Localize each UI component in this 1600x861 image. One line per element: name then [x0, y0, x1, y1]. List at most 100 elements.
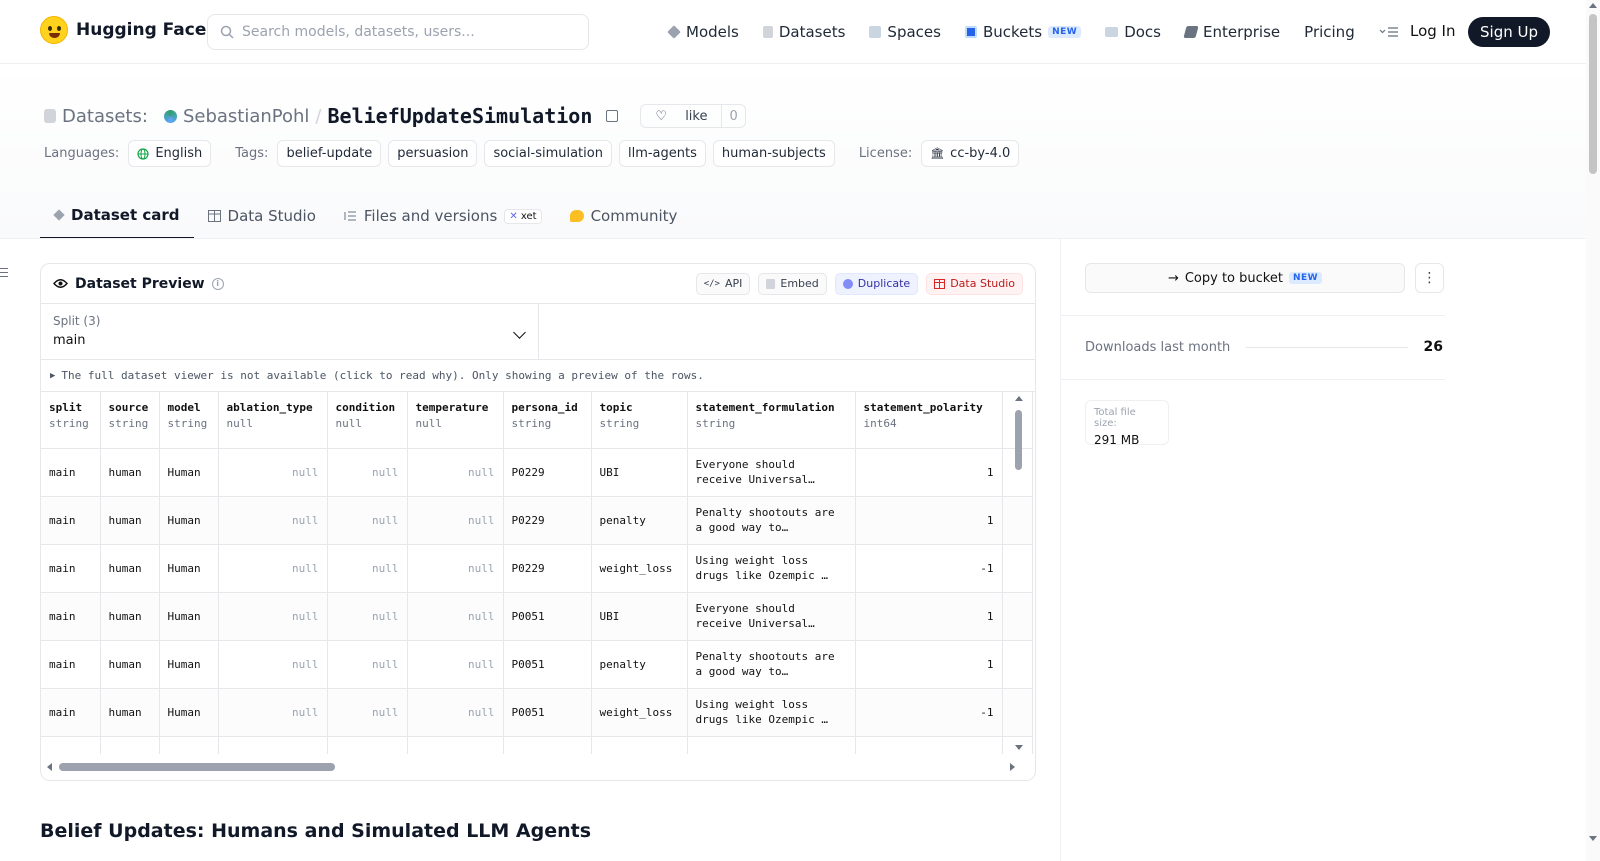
table-cell[interactable]: null: [218, 448, 328, 497]
table-cell[interactable]: Penalty shootouts are a good way to…: [687, 640, 856, 689]
table-cell[interactable]: main: [41, 544, 101, 593]
table-cell[interactable]: null: [407, 688, 504, 737]
owner-link[interactable]: SebastianPohl: [183, 106, 309, 127]
copy-to-bucket-button[interactable]: → Copy to bucket NEW: [1085, 263, 1405, 293]
table-cell[interactable]: penalty: [591, 496, 688, 545]
like-button[interactable]: ♡ like 0: [640, 104, 746, 128]
table-cell[interactable]: null: [407, 592, 504, 641]
table-cell[interactable]: main: [41, 688, 101, 737]
column-header-statement-formulation[interactable]: statement_formulation string: [687, 392, 856, 449]
sidebar-toggle-icon[interactable]: [0, 268, 8, 277]
data-studio-button[interactable]: Data Studio: [926, 272, 1023, 295]
more-options-button[interactable]: ⋮: [1415, 263, 1444, 293]
table-cell[interactable]: P0229: [503, 544, 592, 593]
table-cell[interactable]: null: [218, 544, 328, 593]
table-row[interactable]: main human Human null null null P0229 UBI Everyo…: [41, 448, 1033, 497]
scroll-down-icon[interactable]: [1015, 745, 1023, 750]
table-cell[interactable]: human: [100, 496, 160, 545]
table-cell[interactable]: Everyone should receive Universal…: [687, 448, 856, 497]
table-cell[interactable]: main: [41, 448, 101, 497]
table-cell[interactable]: main: [41, 640, 101, 689]
page-scroll-down-icon[interactable]: [1589, 836, 1597, 841]
page-scroll-thumb[interactable]: [1589, 14, 1597, 174]
column-header-condition[interactable]: condition null: [327, 392, 408, 449]
nav-datasets[interactable]: Datasets: [762, 23, 845, 41]
table-row[interactable]: main human Human null null null P0051 UBI Everyo…: [41, 592, 1033, 641]
table-cell[interactable]: human: [100, 688, 160, 737]
column-header-ablation-type[interactable]: ablation_type null: [218, 392, 328, 449]
table-cell[interactable]: P0051: [503, 592, 592, 641]
search-box[interactable]: [207, 14, 589, 50]
table-row[interactable]: main human Human null null null P0051 penalty Pe…: [41, 640, 1033, 689]
table-cell[interactable]: Human: [159, 544, 219, 593]
horizontal-scrollbar[interactable]: [41, 754, 1035, 780]
scroll-up-icon[interactable]: [1015, 396, 1023, 401]
signup-button[interactable]: Sign Up: [1468, 17, 1550, 47]
tab-files-and-versions[interactable]: Files and versions ✕ xet: [330, 193, 556, 239]
column-header-temperature[interactable]: temperature null: [407, 392, 504, 449]
home-logo-link[interactable]: Hugging Face: [40, 16, 206, 44]
embed-button[interactable]: Embed: [758, 272, 827, 295]
table-cell[interactable]: null: [327, 544, 408, 593]
table-cell[interactable]: null: [327, 496, 408, 545]
table-cell[interactable]: 1: [855, 496, 1003, 545]
table-cell[interactable]: human: [100, 640, 160, 689]
table-cell[interactable]: null: [407, 448, 504, 497]
table-cell[interactable]: UBI: [591, 592, 688, 641]
page-scroll-up-icon[interactable]: [1589, 3, 1597, 8]
table-cell[interactable]: 1: [855, 592, 1003, 641]
table-cell[interactable]: null: [327, 592, 408, 641]
table-cell[interactable]: null: [218, 496, 328, 545]
table-cell[interactable]: null: [407, 544, 504, 593]
nav-pricing[interactable]: Pricing: [1304, 23, 1355, 41]
scroll-right-icon[interactable]: [1010, 763, 1015, 771]
table-cell[interactable]: Human: [159, 640, 219, 689]
split-select[interactable]: Split (3) main: [41, 304, 539, 359]
nav-docs[interactable]: Docs: [1105, 23, 1161, 41]
table-cell[interactable]: Human: [159, 688, 219, 737]
table-row[interactable]: main human Human null null null P0229 weight_lo…: [41, 544, 1033, 593]
column-header-model[interactable]: model string: [159, 392, 219, 449]
table-cell[interactable]: null: [327, 640, 408, 689]
table-cell[interactable]: null: [218, 592, 328, 641]
table-cell[interactable]: null: [218, 640, 328, 689]
nav-buckets[interactable]: Buckets NEW: [964, 23, 1082, 41]
tag-human-subjects[interactable]: human-subjects: [712, 140, 835, 167]
table-cell[interactable]: human: [100, 592, 160, 641]
column-header-statement-polarity[interactable]: statement_polarity int64: [855, 392, 1003, 449]
column-header-topic[interactable]: topic string: [591, 392, 688, 449]
table-cell[interactable]: main: [41, 496, 101, 545]
login-link[interactable]: Log In: [1410, 22, 1456, 40]
table-cell[interactable]: human: [100, 448, 160, 497]
tag-llm-agents[interactable]: llm-agents: [618, 140, 706, 167]
table-cell[interactable]: weight_loss: [591, 688, 688, 737]
tab-data-studio[interactable]: Data Studio: [194, 193, 330, 239]
vertical-scrollbar[interactable]: [1011, 392, 1027, 750]
table-cell[interactable]: null: [327, 448, 408, 497]
table-cell[interactable]: P0051: [503, 640, 592, 689]
api-button[interactable]: </> API: [695, 272, 751, 295]
table-cell[interactable]: -1: [855, 544, 1003, 593]
table-row[interactable]: main human Human null null null P0229 penalty Pe…: [41, 496, 1033, 545]
nav-more-menu[interactable]: [1379, 26, 1399, 38]
nav-models[interactable]: Models: [667, 23, 739, 41]
table-cell[interactable]: human: [100, 544, 160, 593]
info-icon[interactable]: i: [211, 277, 224, 290]
column-header-split[interactable]: split string: [41, 392, 101, 449]
table-cell[interactable]: P0051: [503, 688, 592, 737]
tab-community[interactable]: Community: [556, 193, 692, 239]
table-cell[interactable]: -1: [855, 688, 1003, 737]
table-cell[interactable]: Penalty shootouts are a good way to…: [687, 496, 856, 545]
table-cell[interactable]: P0229: [503, 496, 592, 545]
license-tag[interactable]: 🏛 cc-by-4.0: [921, 140, 1020, 167]
tag-social-simulation[interactable]: social-simulation: [484, 140, 612, 167]
copy-icon[interactable]: [606, 110, 619, 122]
table-cell[interactable]: null: [407, 496, 504, 545]
horizontal-scroll-thumb[interactable]: [59, 763, 335, 771]
table-cell[interactable]: Human: [159, 496, 219, 545]
table-cell[interactable]: null: [327, 688, 408, 737]
tag-belief-update[interactable]: belief-update: [277, 140, 382, 167]
viewer-notice[interactable]: ▶ The full dataset viewer is not availab…: [41, 360, 1035, 392]
scroll-left-icon[interactable]: [47, 763, 52, 771]
column-header-persona-id[interactable]: persona_id string: [503, 392, 592, 449]
